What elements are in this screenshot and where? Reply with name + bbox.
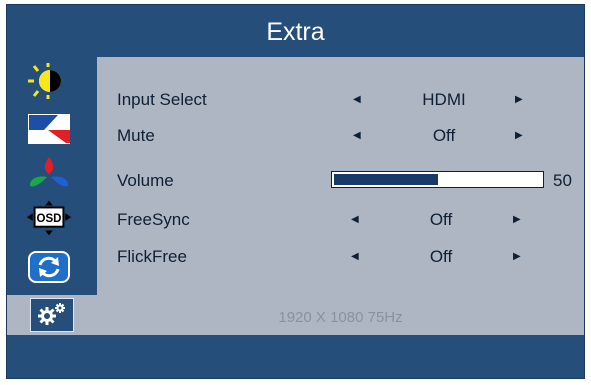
- sidebar-item-color-setup[interactable]: [25, 157, 73, 193]
- arrow-right-icon[interactable]: ▶: [515, 87, 523, 113]
- arrow-right-icon[interactable]: ▶: [515, 123, 523, 149]
- sidebar: OSD: [7, 57, 97, 335]
- volume-label: Volume: [117, 171, 174, 190]
- row-flickfree[interactable]: FlickFree ◀ Off ▶: [117, 244, 577, 270]
- sidebar-item-extra[interactable]: [7, 295, 97, 335]
- osd-icon: OSD: [26, 200, 72, 236]
- freesync-value: Off: [429, 210, 453, 229]
- volume-value: 50: [553, 171, 572, 190]
- arrow-left-icon[interactable]: ◀: [353, 87, 361, 113]
- input-select-value: HDMI: [422, 90, 466, 109]
- arrow-right-icon[interactable]: ▶: [513, 207, 521, 233]
- row-mute[interactable]: Mute ◀ Off ▶: [117, 123, 577, 149]
- osd-icon-text: OSD: [37, 213, 62, 225]
- brightness-contrast-icon: [28, 63, 61, 99]
- volume-slider[interactable]: [331, 171, 544, 188]
- gear-icon: [38, 303, 65, 325]
- mute-label: Mute: [117, 126, 155, 145]
- settings-panel: Input Select ◀ HDMI ▶ Mute ◀ Off ▶ Volum…: [97, 57, 584, 335]
- input-select-label: Input Select: [117, 90, 207, 109]
- sidebar-item-luminance[interactable]: [25, 63, 73, 99]
- row-input-select[interactable]: Input Select ◀ HDMI ▶: [117, 87, 577, 113]
- row-volume[interactable]: Volume 50: [117, 168, 577, 194]
- sidebar-item-extra-frame: [30, 298, 74, 332]
- flickfree-value: Off: [429, 247, 453, 266]
- arrow-left-icon[interactable]: ◀: [351, 244, 359, 270]
- sidebar-item-osd-setup[interactable]: OSD: [25, 200, 73, 237]
- mute-value: Off: [432, 126, 456, 145]
- menu-title: Extra: [266, 18, 325, 46]
- resolution-status: 1920 X 1080 75Hz: [278, 309, 403, 326]
- freesync-label: FreeSync: [117, 210, 190, 229]
- osd-window: Extra OSD Input Select ◀ HDMI ▶ Mute ◀ O…: [6, 4, 585, 379]
- arrow-left-icon[interactable]: ◀: [351, 207, 359, 233]
- volume-slider-fill: [334, 174, 438, 185]
- sidebar-item-image-setup[interactable]: [25, 111, 73, 147]
- sidebar-item-reset[interactable]: [25, 249, 73, 285]
- arrow-left-icon[interactable]: ◀: [353, 123, 361, 149]
- flickfree-label: FlickFree: [117, 247, 187, 266]
- image-setup-icon: [28, 114, 70, 144]
- color-setup-icon: [29, 157, 69, 187]
- row-freesync[interactable]: FreeSync ◀ Off ▶: [117, 207, 577, 233]
- arrow-right-icon[interactable]: ▶: [513, 244, 521, 270]
- reset-icon: [28, 251, 70, 283]
